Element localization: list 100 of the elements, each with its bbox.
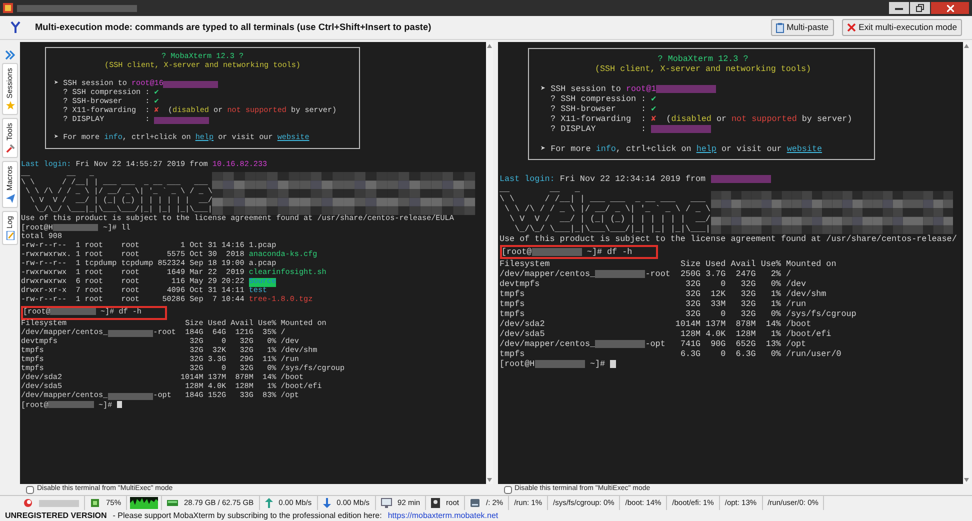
terminal-text: 0%	[770, 349, 781, 359]
terminal-text: ✘	[651, 114, 656, 124]
terminal-text: /sys/fs/cgroup	[786, 309, 856, 319]
terminal[interactable]	[498, 42, 963, 484]
terminal-text: /run	[786, 299, 808, 309]
disable-multiexec-checkbox[interactable]	[26, 486, 34, 494]
terminal-text: 14%	[764, 319, 781, 329]
terminal-text: (	[665, 114, 672, 124]
banner-title: ? MobaXterm 12.3 ?	[656, 54, 750, 64]
chip-icon	[90, 498, 100, 508]
close-icon	[846, 23, 856, 32]
terminal-text: 2%	[770, 269, 781, 279]
terminal-text: /dev/mapper/centos_	[500, 339, 595, 349]
paper-plane-icon	[6, 194, 14, 203]
terminal-text: tmpfs	[500, 289, 525, 299]
terminal[interactable]	[20, 42, 486, 484]
terminal-text: 137M	[706, 319, 726, 329]
scroll-down-arrow-icon[interactable]	[964, 478, 969, 482]
terminal-text: [root@H	[500, 359, 535, 369]
terminal-text: 0%	[770, 279, 781, 289]
terminal-text: -root	[645, 269, 670, 279]
redacted-block	[48, 401, 94, 408]
terminal-text: 1%	[770, 289, 781, 299]
terminal-text: info	[596, 144, 616, 154]
scroll-down-arrow-icon[interactable]	[486, 478, 492, 482]
disable-multiexec-checkbox[interactable]	[504, 486, 512, 494]
terminal-text: /dev/shm	[786, 289, 828, 299]
terminal-text: Avail	[730, 259, 756, 269]
scroll-up-arrow-icon[interactable]	[486, 44, 492, 48]
close-icon	[946, 4, 954, 12]
terminal-text: /boot/efi	[786, 329, 832, 339]
notepad-icon	[6, 231, 14, 240]
terminal-text: 6.3G	[679, 349, 701, 359]
scrollbar[interactable]	[963, 42, 970, 484]
close-button[interactable]	[931, 2, 969, 14]
scroll-up-arrow-icon[interactable]	[964, 44, 969, 48]
exit-button[interactable]: Exit multi-execution mode	[842, 19, 962, 36]
terminal-text: 741G	[679, 339, 701, 349]
app-icon	[3, 3, 13, 13]
terminal-text: 128M	[679, 329, 701, 339]
unregistered-label: UNREGISTERED VERSION	[5, 510, 107, 521]
terminal-text: /boot	[786, 319, 812, 329]
cursor	[610, 360, 616, 368]
terminal-text: 13%	[764, 339, 781, 349]
terminal-text: 652G	[734, 339, 756, 349]
terminal-text: ? X11-forwarding :	[550, 114, 648, 124]
terminal-text: 33M	[710, 299, 726, 309]
terminal-text: 32G	[740, 299, 756, 309]
terminal-text: 3.7G	[706, 269, 726, 279]
terminal-text: not supported	[732, 114, 797, 124]
host-icon	[23, 498, 33, 508]
redacted-block	[595, 340, 646, 348]
terminal-text: ? DISPLAY :	[550, 124, 648, 134]
terminal-text: Fri Nov 22 12:34:14 2019 from	[558, 174, 707, 184]
minimize-icon	[895, 6, 903, 10]
terminal-text: 128M	[734, 329, 756, 339]
terminal-text: -opt	[645, 339, 666, 349]
terminal-text: ✔	[651, 104, 656, 114]
terminal-text: Use%	[760, 259, 781, 269]
terminal-text: /dev/sda5	[500, 329, 545, 339]
terminal-text: devtmpfs	[500, 279, 540, 289]
minimize-button[interactable]	[889, 2, 909, 14]
terminal-text: /dev/sda2	[500, 319, 545, 329]
terminal-text: ~]#	[588, 359, 606, 369]
cursor	[116, 400, 122, 408]
terminal-text: 12K	[710, 289, 726, 299]
terminal-text: /	[786, 269, 792, 279]
redacted-block	[50, 308, 96, 316]
terminal-text: ~]# df -h	[586, 247, 632, 257]
expand-chevrons-icon[interactable]	[5, 50, 15, 60]
monitor-icon	[380, 498, 392, 508]
terminal-link[interactable]: help	[696, 144, 716, 154]
star-icon	[6, 101, 14, 110]
multi-paste-button[interactable]: Multi-paste	[770, 19, 834, 36]
redacted-block	[656, 85, 716, 93]
tools-icon	[6, 144, 14, 153]
redacted-block	[108, 392, 154, 400]
terminal-text: or visit our	[720, 144, 783, 154]
fork-icon	[10, 21, 21, 34]
terminal-text: tmpfs	[500, 309, 525, 319]
terminal-link[interactable]: website	[786, 144, 822, 154]
terminal-text: 6.3G	[734, 349, 756, 359]
cpu-graph	[130, 497, 158, 509]
terminal-text: disabled	[671, 114, 712, 124]
welcome-ascii-art: __ __ _ \ \ / /__| | ___ ___ _ __ ___ ___ \ \ /\ / / _ \ |/ __/ _ \| '_ ` _ \ / _ \ \ V V / __/ | (_| (_) | | | | | | __/ \_/\_/ \___|_|\___\___/|_| |_| |_|\___|	[500, 184, 711, 234]
terminal-text: Size	[679, 259, 701, 269]
terminal-text: 250G	[679, 269, 701, 279]
redacted-block	[52, 224, 98, 231]
support-message: - Please support MobaXterm by subscribing to the professional edition here:	[112, 510, 382, 521]
user-icon	[431, 498, 440, 508]
terminal-text: , ctrl+click on	[616, 144, 692, 154]
terminal-text: 0%	[770, 309, 781, 319]
mobatek-url-link[interactable]: https://mobaxterm.mobatek.net	[388, 510, 498, 521]
redacted-block	[532, 248, 582, 256]
terminal-text: Last login:	[500, 174, 555, 184]
maximize-button[interactable]	[910, 2, 930, 14]
redacted-block	[710, 175, 771, 183]
clipboard-icon	[776, 22, 784, 32]
redacted-block	[651, 125, 712, 133]
terminal-text: 32G	[684, 299, 701, 309]
